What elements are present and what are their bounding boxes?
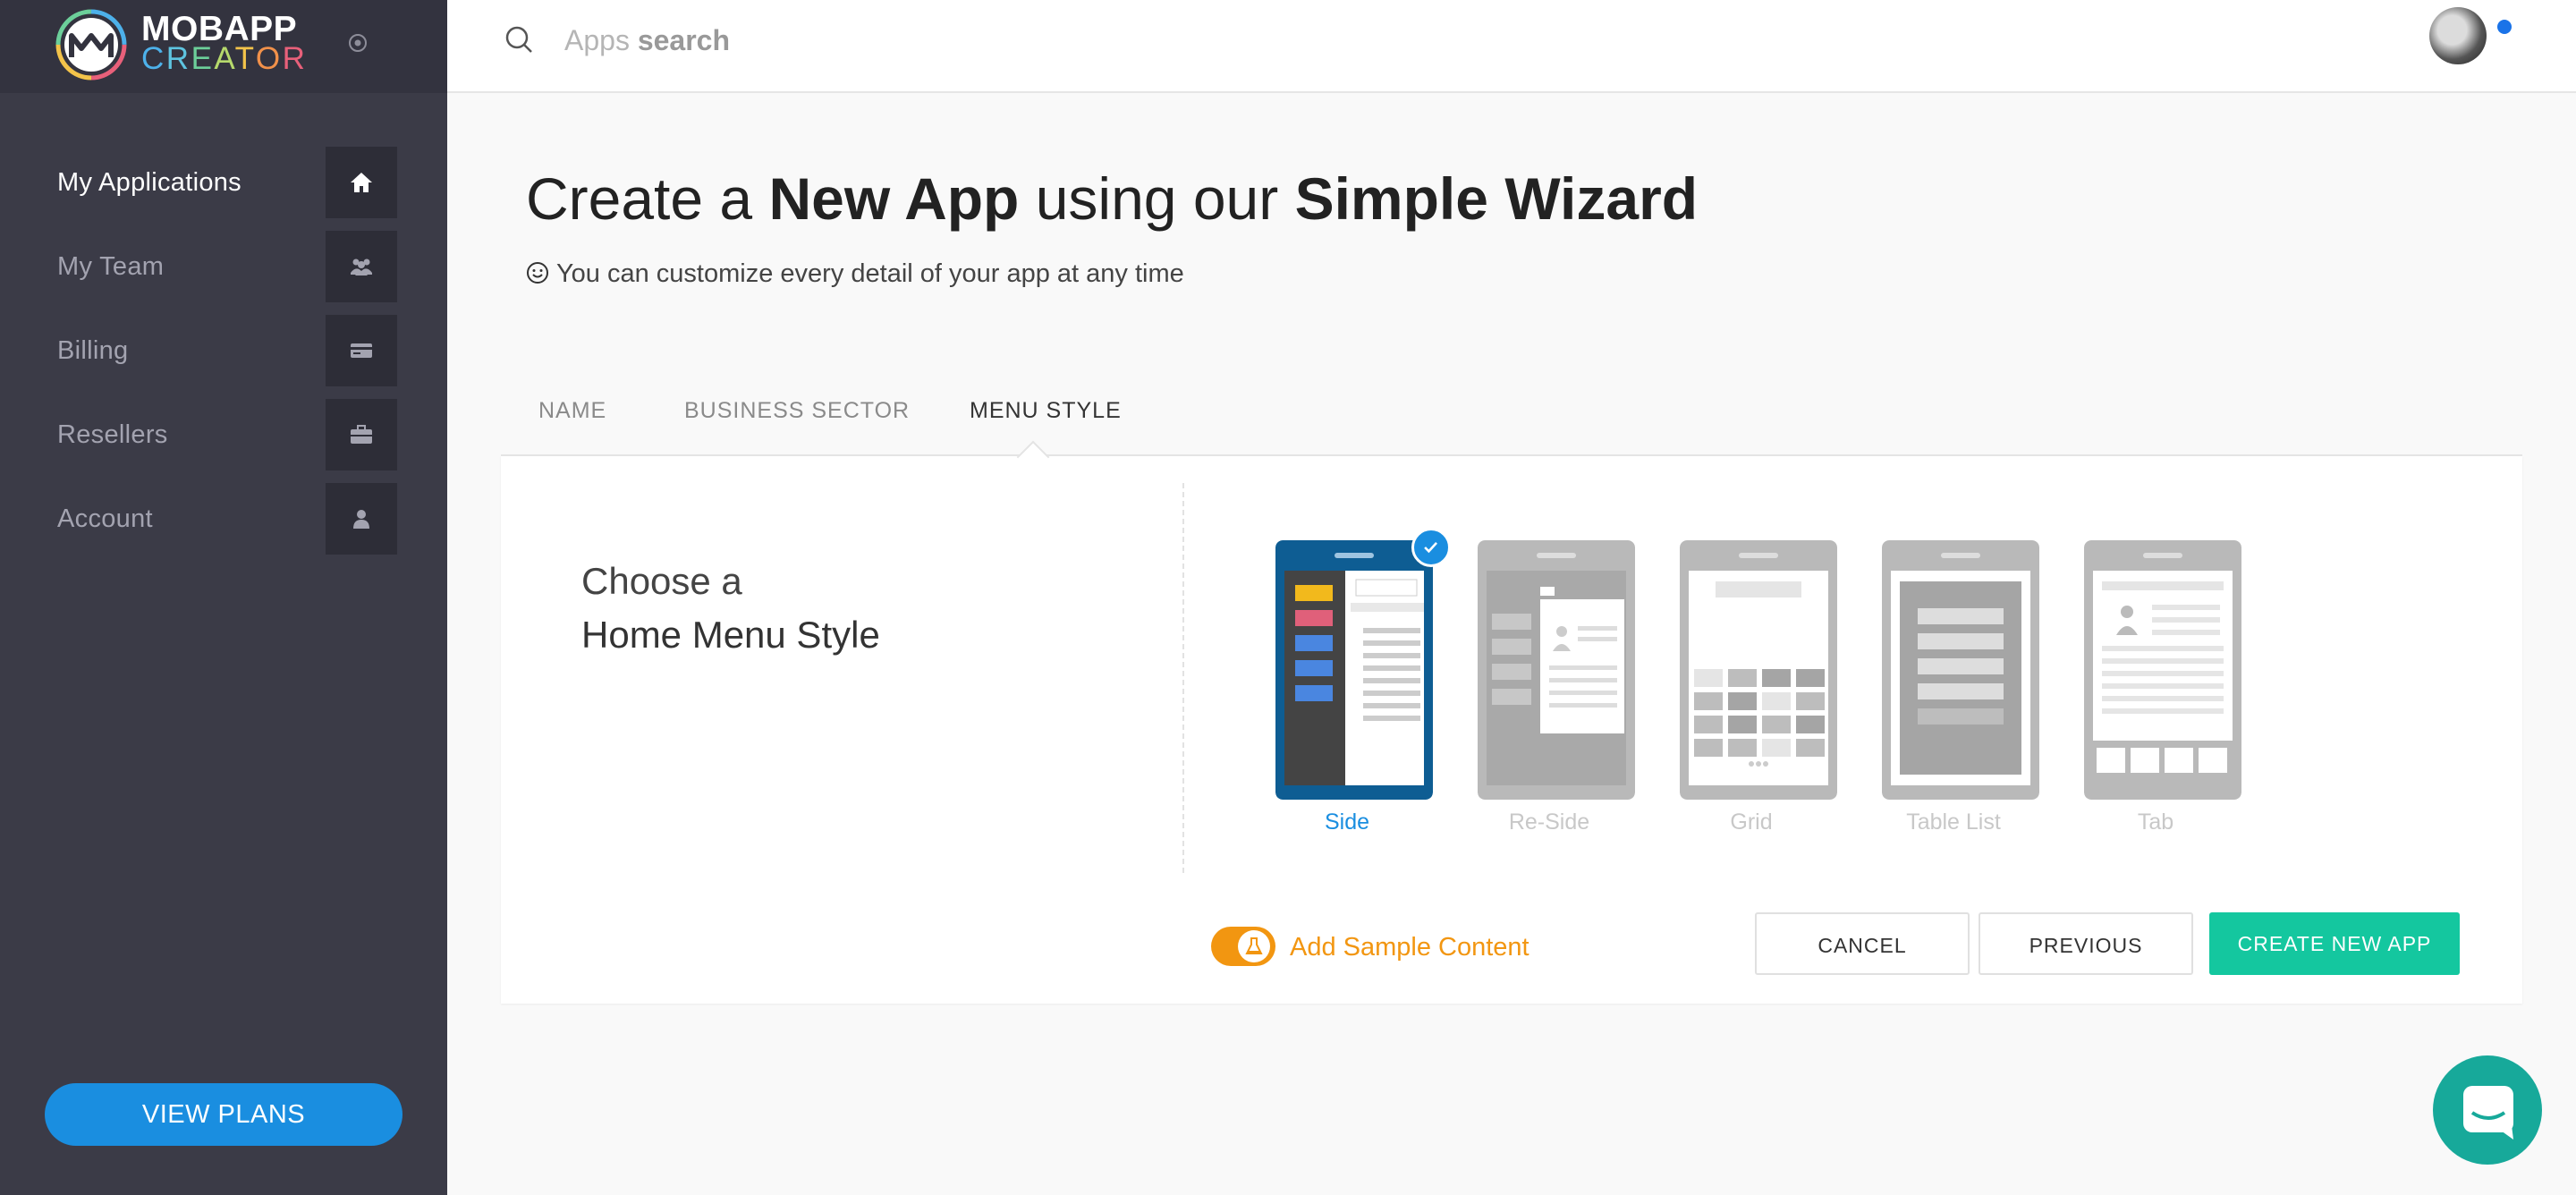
search-icon	[505, 26, 532, 53]
avatar[interactable]	[2429, 7, 2487, 64]
style-label: Side	[1324, 809, 1370, 835]
sidebar: MOBAPP CREATOR My Applications My Team B…	[0, 0, 447, 1195]
sidebar-item-my-applications[interactable]: My Applications	[0, 147, 447, 218]
grid-menu-preview-icon	[1680, 540, 1837, 800]
brand-letter: C	[141, 41, 166, 76]
nav-icon-box	[326, 483, 397, 555]
sidebar-item-label: Resellers	[57, 420, 168, 449]
nav-icon-box	[326, 315, 397, 386]
tab-menu-style[interactable]: MENU STYLE	[970, 381, 1122, 440]
sidebar-item-billing[interactable]: Billing	[0, 315, 447, 386]
style-label: Re-Side	[1508, 809, 1590, 835]
tab-business-sector[interactable]: BUSINESS SECTOR	[684, 381, 910, 440]
sidebar-toggle-icon[interactable]	[347, 32, 369, 54]
apps-search-input[interactable]	[562, 20, 1102, 63]
previous-button[interactable]: PREVIOUS	[1979, 912, 2193, 975]
nav-icon-box	[326, 147, 397, 218]
choose-heading: Choose a Home Menu Style	[581, 555, 880, 662]
menu-style-side[interactable]: Side	[1275, 540, 1433, 844]
brand-letter: E	[191, 41, 215, 76]
brand-subtitle: CREATOR	[141, 41, 307, 77]
card-divider	[1182, 483, 1184, 873]
tab-menu-preview-icon	[2084, 540, 2241, 800]
topbar: Apps search	[447, 0, 2576, 93]
sidebar-item-my-team[interactable]: My Team	[0, 231, 447, 302]
brand-letter: T	[234, 41, 256, 76]
smile-icon	[527, 262, 548, 284]
sample-content-toggle[interactable]	[1211, 927, 1275, 966]
online-status-dot	[2497, 20, 2512, 34]
briefcase-icon	[351, 425, 372, 444]
brand-letter: O	[255, 41, 283, 76]
choose-line-1: Choose a	[581, 560, 742, 602]
style-label: Table List	[1906, 809, 2001, 835]
page-title: Create a New App using our Simple Wizard	[526, 161, 1698, 236]
style-label: Grid	[1730, 809, 1773, 835]
toggle-knob	[1238, 930, 1270, 962]
style-label: Tab	[2137, 809, 2174, 835]
nav-icon-box	[326, 399, 397, 470]
create-new-app-button[interactable]: CREATE NEW APP	[2209, 912, 2460, 975]
chat-icon	[2463, 1086, 2513, 1140]
view-plans-button[interactable]: VIEW PLANS	[45, 1083, 402, 1146]
sidebar-item-resellers[interactable]: Resellers	[0, 399, 447, 470]
flask-icon	[1245, 937, 1263, 954]
cancel-button[interactable]: CANCEL	[1755, 912, 1970, 975]
nav-icon-box	[326, 231, 397, 302]
side-menu-preview-icon	[1275, 540, 1433, 800]
user-icon	[353, 510, 369, 529]
credit-card-icon	[351, 343, 372, 358]
tab-name[interactable]: NAME	[538, 381, 606, 440]
chat-widget-button[interactable]	[2433, 1055, 2542, 1165]
sidebar-header: MOBAPP CREATOR	[0, 0, 447, 93]
title-emphasis: New App	[768, 165, 1020, 232]
menu-style-tab[interactable]: Tab	[2084, 540, 2241, 844]
selected-check-icon	[1411, 528, 1451, 567]
page-subtitle: You can customize every detail of your a…	[526, 258, 1184, 290]
brand-letter: R	[165, 41, 191, 76]
choose-line-2: Home Menu Style	[581, 614, 880, 656]
sample-content-label[interactable]: Add Sample Content	[1290, 930, 1530, 964]
title-emphasis: Simple Wizard	[1294, 165, 1699, 232]
title-part: using our	[1035, 165, 1279, 232]
sidebar-item-label: My Team	[57, 252, 165, 281]
mobapp-logo-icon[interactable]	[54, 7, 129, 82]
menu-style-re-side[interactable]: Re-Side	[1478, 540, 1635, 844]
wizard-tabs: NAME BUSINESS SECTOR MENU STYLE	[501, 381, 2522, 456]
brand-letter: A	[214, 41, 235, 76]
re-side-menu-preview-icon	[1478, 540, 1635, 800]
sidebar-item-label: Billing	[57, 336, 129, 365]
menu-style-table-list[interactable]: Table List	[1882, 540, 2039, 844]
brand-letter: R	[282, 41, 308, 76]
team-icon	[351, 258, 372, 275]
title-part: Create a	[526, 165, 753, 232]
menu-style-grid[interactable]: Grid	[1680, 540, 1837, 844]
sidebar-item-label: My Applications	[57, 168, 242, 197]
subtitle-text: You can customize every detail of your a…	[556, 259, 1184, 288]
table-list-menu-preview-icon	[1882, 540, 2039, 800]
home-icon	[351, 173, 372, 192]
sidebar-item-account[interactable]: Account	[0, 483, 447, 555]
sidebar-item-label: Account	[57, 504, 153, 533]
